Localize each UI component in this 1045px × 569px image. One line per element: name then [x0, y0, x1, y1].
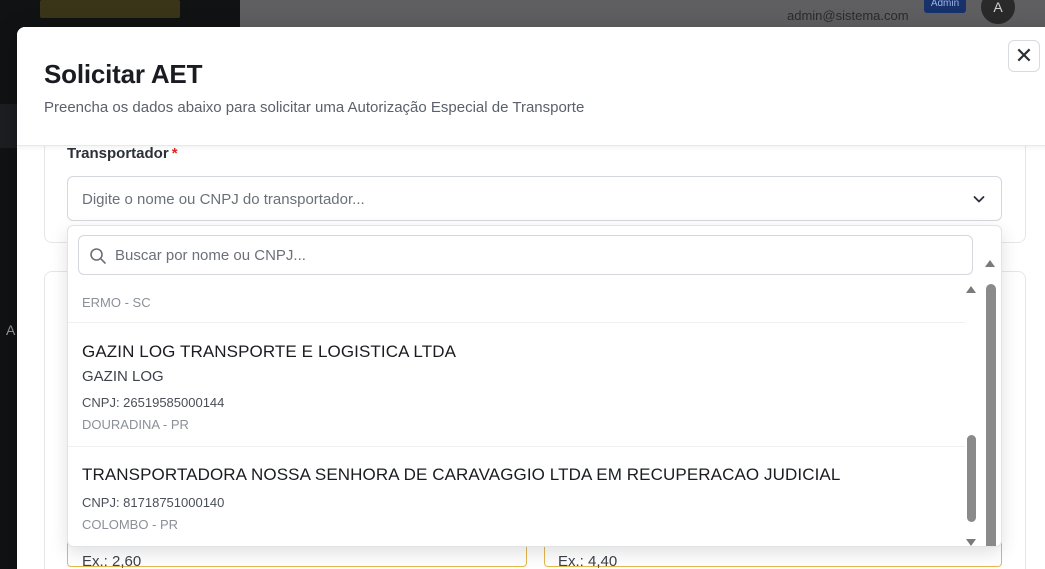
option-location: ERMO - SC	[82, 295, 151, 310]
background-admin-badge: Admin	[924, 0, 966, 13]
required-mark: *	[171, 145, 178, 162]
option-location: COLOMBO - PR	[82, 517, 179, 532]
background-user-email: admin@sistema.com	[787, 8, 909, 23]
transportador-options-list[interactable]: ERMO - SC GAZIN LOG TRANSPORTE E LOGISTI…	[68, 285, 965, 546]
chevron-down-icon	[973, 196, 985, 203]
solicitar-aet-modal: Solicitar AET Preencha os dados abaixo p…	[17, 27, 1045, 569]
background-logo	[40, 0, 180, 18]
scroll-up-arrow-icon[interactable]	[985, 260, 995, 267]
scroll-up-arrow-icon[interactable]	[966, 286, 976, 293]
close-icon: ✕	[1014, 43, 1034, 68]
scroll-down-arrow-icon[interactable]	[966, 539, 976, 546]
close-button[interactable]: ✕	[1008, 40, 1040, 72]
background-edge-letter: A	[6, 322, 16, 338]
option-fantasy-name: GAZIN LOG	[82, 368, 164, 385]
transportador-select-placeholder: Digite o nome ou CNPJ do transportador..…	[82, 191, 365, 208]
width-hint: Ex.: 4,40	[558, 553, 618, 569]
dropdown-scrollbar-thumb[interactable]	[986, 284, 996, 546]
list-scrollbar[interactable]	[966, 285, 976, 546]
modal-title: Solicitar AET	[44, 59, 203, 89]
option-name: TRANSPORTADORA NOSSA SENHORA DE CARAVAGG…	[82, 465, 841, 484]
option-cnpj: CNPJ: 81718751000140	[82, 495, 225, 510]
transportador-search[interactable]	[78, 235, 973, 275]
transportador-select[interactable]: Digite o nome ou CNPJ do transportador..…	[67, 176, 1002, 221]
height-hint: Ex.: 2,60	[82, 553, 142, 569]
list-item-partial[interactable]: ERMO - SC	[68, 285, 965, 323]
list-scrollbar-thumb[interactable]	[967, 435, 976, 522]
option-cnpj: CNPJ: 26519585000144	[82, 395, 225, 410]
option-name: GAZIN LOG TRANSPORTE E LOGISTICA LTDA	[82, 342, 457, 361]
transportador-dropdown: ERMO - SC GAZIN LOG TRANSPORTE E LOGISTI…	[67, 225, 1002, 547]
dropdown-scrollbar[interactable]	[983, 226, 997, 546]
option-location: DOURADINA - PR	[82, 417, 189, 432]
list-item[interactable]: GAZIN LOG TRANSPORTE E LOGISTICA LTDA GA…	[68, 324, 965, 447]
transportador-label: Transportador *	[67, 145, 178, 162]
search-icon	[90, 248, 106, 264]
list-item[interactable]: TRANSPORTADORA NOSSA SENHORA DE CARAVAGG…	[68, 448, 965, 546]
modal-description: Preencha os dados abaixo para solicitar …	[44, 99, 585, 116]
transportador-search-input[interactable]	[115, 244, 955, 266]
transportador-label-text: Transportador	[67, 145, 169, 162]
